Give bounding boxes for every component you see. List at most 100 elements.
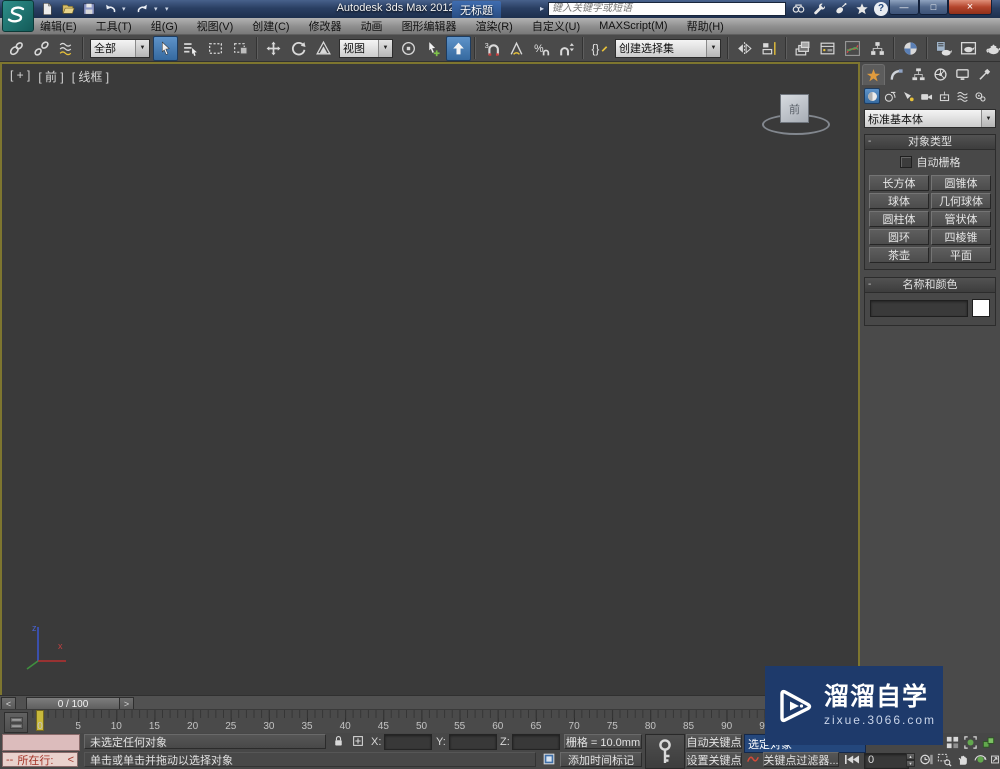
category-helpers[interactable] xyxy=(936,88,952,104)
frame-spinner[interactable]: ▲ ▼ xyxy=(906,753,915,767)
menu-item-0[interactable]: 编辑(E) xyxy=(40,18,77,34)
menu-item-1[interactable]: 工具(T) xyxy=(96,18,132,34)
undo-icon[interactable] xyxy=(101,1,119,16)
display-tab[interactable] xyxy=(952,64,973,84)
redo-dropdown-icon[interactable]: ▾ xyxy=(154,5,162,13)
select-and-rotate-button[interactable] xyxy=(286,36,311,61)
maximize-button[interactable]: □ xyxy=(919,0,948,15)
unlink-selection-button[interactable] xyxy=(29,36,54,61)
create-tab[interactable] xyxy=(862,64,885,85)
viewcube[interactable]: 前 xyxy=(760,88,830,135)
x-coordinate-field[interactable] xyxy=(384,734,432,750)
category-shapes[interactable] xyxy=(882,88,898,104)
named-selection-sets-combo[interactable]: 创建选择集 ▼ xyxy=(615,38,721,58)
macro-recorder-field[interactable] xyxy=(2,734,80,751)
object-type-button-box[interactable]: 长方体 xyxy=(869,175,929,191)
open-file-icon[interactable] xyxy=(59,1,77,16)
undo-dropdown-icon[interactable]: ▾ xyxy=(122,5,130,13)
new-scene-icon[interactable] xyxy=(38,1,56,16)
object-name-field[interactable] xyxy=(870,299,968,317)
reference-coordinate-dropdown[interactable]: 视图 ▼ xyxy=(339,38,393,58)
viewport-general-menu[interactable]: [ + ] xyxy=(10,68,30,85)
autogrid-checkbox[interactable] xyxy=(899,156,912,168)
orbit-icon[interactable] xyxy=(972,751,989,767)
application-menu-button[interactable] xyxy=(2,0,34,32)
angle-snap-toggle-button[interactable] xyxy=(504,36,529,61)
selection-filter-dropdown[interactable]: 全部 ▼ xyxy=(90,38,150,58)
save-file-icon[interactable] xyxy=(80,1,98,16)
manage-layers-button[interactable] xyxy=(790,36,815,61)
favorites-star-icon[interactable] xyxy=(853,1,870,16)
object-type-button-cone[interactable]: 圆锥体 xyxy=(931,175,991,191)
minimize-button[interactable]: — xyxy=(889,0,919,15)
spinner-snap-toggle-button[interactable] xyxy=(554,36,579,61)
spinner-up-icon[interactable]: ▲ xyxy=(906,753,915,760)
object-type-button-geosphere[interactable]: 几何球体 xyxy=(931,193,991,209)
pan-hand-icon[interactable] xyxy=(954,751,971,767)
hierarchy-tab[interactable] xyxy=(908,64,929,84)
select-and-link-button[interactable] xyxy=(4,36,29,61)
select-and-manipulate-button[interactable] xyxy=(421,36,446,61)
menu-item-6[interactable]: 动画 xyxy=(361,18,383,34)
spinner-down-icon[interactable]: ▼ xyxy=(906,760,915,767)
viewport-pov-menu[interactable]: [ 前 ] xyxy=(38,68,63,85)
time-slider[interactable]: < 0 / 100 > xyxy=(0,695,858,711)
align-button[interactable] xyxy=(757,36,782,61)
category-lights[interactable] xyxy=(900,88,916,104)
menu-item-4[interactable]: 创建(C) xyxy=(252,18,289,34)
default-tangents-icon[interactable] xyxy=(744,751,761,767)
utilities-tab[interactable] xyxy=(974,64,995,84)
category-systems[interactable] xyxy=(972,88,988,104)
close-button[interactable]: × xyxy=(948,0,992,15)
select-object-button[interactable] xyxy=(153,35,178,61)
object-type-button-plane[interactable]: 平面 xyxy=(931,247,991,263)
qat-customize-icon[interactable]: ▾ xyxy=(165,5,173,13)
object-type-button-teapot[interactable]: 茶壶 xyxy=(869,247,929,263)
graphite-modeling-tools-button[interactable] xyxy=(815,36,840,61)
object-type-button-cylinder[interactable]: 圆柱体 xyxy=(869,211,929,227)
rendered-frame-window-button[interactable] xyxy=(956,36,981,61)
redo-icon[interactable] xyxy=(133,1,151,16)
zoom-region-icon[interactable] xyxy=(936,751,953,767)
render-setup-button[interactable] xyxy=(931,36,956,61)
menu-item-5[interactable]: 修改器 xyxy=(309,18,342,34)
add-time-tag-button[interactable]: 添加时间标记 xyxy=(560,752,642,767)
listener-status-field[interactable]: -- 所在行: < xyxy=(2,752,78,767)
menu-item-3[interactable]: 视图(V) xyxy=(197,18,234,34)
object-color-swatch[interactable] xyxy=(972,299,990,317)
object-type-rollout-header[interactable]: - 对象类型 xyxy=(865,135,995,150)
search-input[interactable] xyxy=(548,1,787,16)
render-production-button[interactable] xyxy=(981,36,1000,61)
selection-lock-icon[interactable] xyxy=(330,733,347,749)
motion-tab[interactable] xyxy=(930,64,951,84)
object-category-dropdown[interactable]: 标准基本体 ▼ xyxy=(864,109,996,128)
snap-toggle-3d-button[interactable]: 3 xyxy=(479,36,504,61)
menu-item-10[interactable]: MAXScript(M) xyxy=(599,20,667,32)
select-and-scale-button[interactable] xyxy=(311,36,336,61)
key-filters-button[interactable]: 关键点过滤器... xyxy=(763,752,839,767)
track-bar[interactable]: 0510152025303540455055606570758085909510… xyxy=(0,709,858,735)
track-bar-ruler[interactable]: 0510152025303540455055606570758085909510… xyxy=(28,710,856,733)
menu-item-9[interactable]: 自定义(U) xyxy=(532,18,580,34)
auto-key-button[interactable]: 自动关键点 xyxy=(686,734,742,749)
menu-item-7[interactable]: 图形编辑器 xyxy=(402,18,457,34)
window-crossing-toggle[interactable] xyxy=(228,36,253,61)
material-editor-button[interactable] xyxy=(898,36,923,61)
object-type-button-torus[interactable]: 圆环 xyxy=(869,229,929,245)
category-cameras[interactable] xyxy=(918,88,934,104)
open-mini-curve-editor-button[interactable] xyxy=(4,712,28,733)
menu-item-11[interactable]: 帮助(H) xyxy=(687,18,724,34)
menu-item-2[interactable]: 组(G) xyxy=(151,18,178,34)
add-time-tag-icon[interactable] xyxy=(540,751,557,767)
curve-editor-button[interactable] xyxy=(840,36,865,61)
zoom-extents-icon[interactable] xyxy=(944,734,961,750)
rectangular-selection-region-button[interactable] xyxy=(203,36,228,61)
go-to-start-icon[interactable] xyxy=(842,751,862,767)
communication-center-icon[interactable] xyxy=(832,1,849,16)
edit-named-selection-sets-button[interactable]: {} xyxy=(587,36,612,61)
y-coordinate-field[interactable] xyxy=(449,734,497,750)
infocenter-flyout-icon[interactable]: ▸ xyxy=(540,4,544,13)
menu-item-8[interactable]: 渲染(R) xyxy=(476,18,513,34)
object-type-button-tube[interactable]: 管状体 xyxy=(931,211,991,227)
time-configuration-icon[interactable] xyxy=(918,751,935,767)
